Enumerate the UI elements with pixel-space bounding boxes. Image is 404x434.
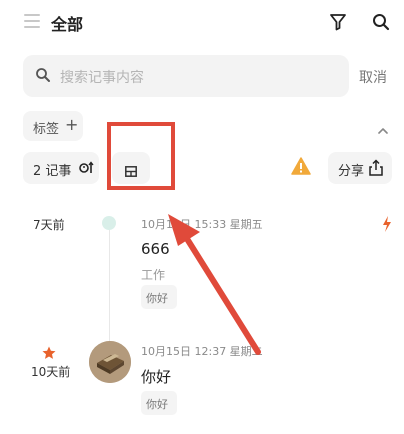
entry-date: 10月16日 15:33 星期五 [141,218,263,231]
tag-add-button[interactable]: 标签 + [23,111,83,141]
filter-icon[interactable] [328,12,348,32]
search-icon[interactable] [371,12,391,32]
note-count-sort-button[interactable]: 2 记事 [23,152,99,184]
annotation-highlight-box [107,122,175,190]
entry-relative-time: 7天前 [33,218,65,232]
entry-category: 工作 [141,268,166,282]
share-label: 分享 [338,164,365,179]
entry-tag[interactable]: 你好 [141,391,177,415]
cancel-button[interactable]: 取消 [359,67,387,87]
entry-tag[interactable]: 你好 [141,285,177,309]
timeline-dot [102,216,116,230]
entry-date: 10月15日 12:37 星期二 [141,345,263,358]
menu-icon[interactable] [24,14,40,28]
entry-relative-time: 10天前 [31,365,71,379]
star-icon [42,345,56,359]
warning-icon[interactable] [291,157,311,175]
note-count: 2 记事 [33,164,72,179]
entry-tag-label: 你好 [146,292,168,305]
page-title: 全部 [51,15,84,34]
search-input[interactable]: 搜索记事内容 [23,55,349,97]
sort-icon [78,160,94,176]
timeline-line [109,230,110,342]
entry-title[interactable]: 你好 [141,366,171,387]
entry-thumbnail[interactable] [89,341,131,383]
share-button[interactable]: 分享 [328,152,392,184]
chevron-up-icon[interactable] [377,120,389,134]
app-header: 全部 [0,0,404,44]
search-placeholder: 搜索记事内容 [60,70,144,86]
share-icon [369,159,383,176]
search-icon [35,67,51,83]
entry-title[interactable]: 666 [141,240,170,258]
bolt-icon [382,216,392,232]
tag-label: 标签 [33,122,60,137]
entry-tag-label: 你好 [146,398,168,411]
plus-icon: + [65,115,79,134]
